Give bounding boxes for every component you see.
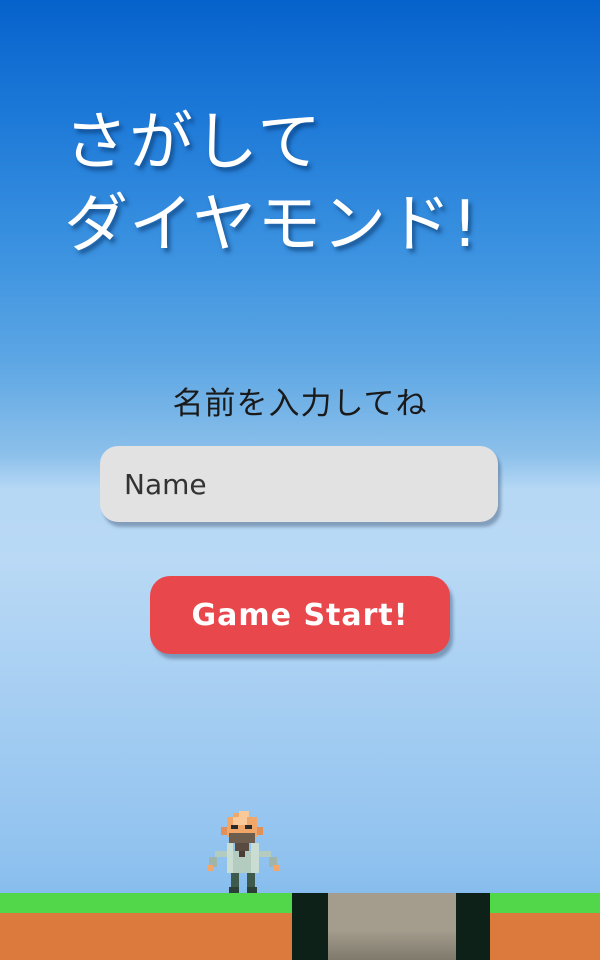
game-title-line-2: ダイヤモンド! bbox=[64, 188, 479, 262]
name-input[interactable] bbox=[100, 446, 498, 522]
game-title-line-1: さがして bbox=[64, 106, 323, 180]
pit-shadow bbox=[328, 893, 456, 960]
game-start-button[interactable]: Game Start! bbox=[150, 576, 450, 654]
name-prompt: 名前を入力してね bbox=[172, 386, 428, 422]
pit-left-wall bbox=[292, 893, 328, 960]
game-title: さがして ダイヤモンド! bbox=[64, 102, 479, 266]
player-character-icon bbox=[207, 811, 279, 893]
pit-right-wall bbox=[456, 893, 490, 960]
